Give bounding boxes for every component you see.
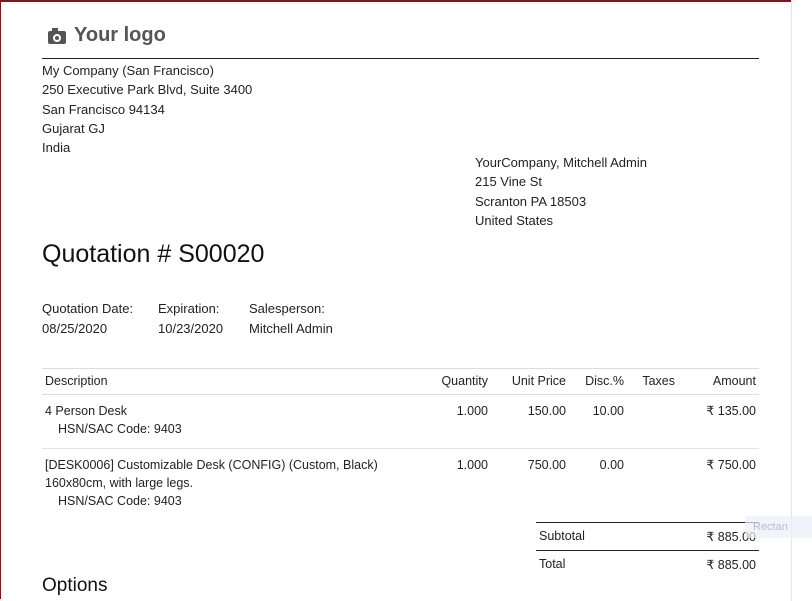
line-taxes — [627, 449, 678, 521]
salesperson-value: Mitchell Admin — [249, 320, 333, 336]
customer-street: 215 Vine St — [475, 174, 542, 190]
camera-icon — [48, 27, 66, 44]
quotation-date-label: Quotation Date: — [42, 301, 134, 316]
subtotal-row: Subtotal ₹ 885.00 — [536, 522, 759, 550]
logo-text: Your logo — [74, 24, 166, 46]
total-row: Total ₹ 885.00 — [536, 550, 759, 578]
company-city: San Francisco 94134 — [42, 101, 165, 117]
totals-block: Subtotal ₹ 885.00 Total ₹ 885.00 — [536, 522, 759, 578]
col-discount: Disc.% — [569, 368, 627, 395]
col-description: Description — [42, 368, 423, 395]
col-quantity: Quantity — [423, 368, 491, 395]
company-name: My Company (San Francisco) — [42, 63, 214, 78]
page-title: Quotation # S00020 — [42, 240, 265, 268]
rectangle-tooltip: Rectan — [745, 516, 812, 538]
table-row: 4 Person Desk HSN/SAC Code: 9403 1.000 1… — [42, 394, 759, 449]
company-country: India — [42, 140, 71, 156]
header-divider — [42, 58, 759, 59]
company-street: 250 Executive Park Blvd, Suite 3400 — [42, 82, 253, 98]
line-discount: 10.00 — [569, 394, 627, 449]
col-taxes: Taxes — [627, 368, 678, 395]
line-product: [DESK0006] Customizable Desk (CONFIG) (C… — [45, 458, 378, 472]
expiration-block: Expiration: 10/23/2020 — [158, 299, 223, 338]
order-lines-table: Description Quantity Unit Price Disc.% T… — [42, 368, 759, 520]
col-unit-price: Unit Price — [491, 368, 569, 395]
total-label: Total — [539, 557, 566, 571]
scroll-gutter — [791, 0, 812, 601]
quotation-date-block: Quotation Date: 08/25/2020 — [42, 299, 133, 338]
customer-country: United States — [475, 212, 554, 228]
expiration-label: Expiration: — [158, 301, 220, 316]
line-quantity: 1.000 — [423, 394, 491, 449]
table-header-row: Description Quantity Unit Price Disc.% T… — [42, 368, 759, 395]
customer-city: Scranton PA 18503 — [475, 193, 587, 209]
quotation-date-value: 08/25/2020 — [42, 320, 108, 336]
line-description: 4 Person Desk HSN/SAC Code: 9403 — [42, 394, 423, 449]
line-hsn: HSN/SAC Code: 9403 — [58, 494, 182, 508]
line-amount: ₹ 750.00 — [706, 458, 756, 472]
company-address: My Company (San Francisco) 250 Executive… — [42, 61, 252, 157]
customer-name: YourCompany, Mitchell Admin — [475, 155, 647, 170]
line-unit-price: 750.00 — [527, 458, 566, 472]
customer-address: YourCompany, Mitchell Admin 215 Vine St … — [475, 153, 647, 230]
col-amount: Amount — [678, 368, 759, 395]
table-row: [DESK0006] Customizable Desk (CONFIG) (C… — [42, 449, 759, 521]
line-discount: 0.00 — [599, 458, 624, 472]
line-variant-note: 160x80cm, with large legs. — [45, 476, 193, 490]
line-description: [DESK0006] Customizable Desk (CONFIG) (C… — [42, 449, 423, 521]
line-quantity: 1.000 — [456, 458, 488, 472]
salesperson-label: Salesperson: — [249, 301, 325, 316]
subtotal-label: Subtotal — [539, 529, 585, 543]
expiration-value: 10/23/2020 — [158, 320, 224, 336]
line-taxes — [627, 394, 678, 449]
company-state: Gujarat GJ — [42, 120, 105, 136]
salesperson-block: Salesperson: Mitchell Admin — [249, 299, 333, 338]
options-heading: Options — [42, 575, 108, 596]
total-value: ₹ 885.00 — [706, 558, 756, 572]
line-hsn: HSN/SAC Code: 9403 — [58, 422, 182, 436]
line-amount: ₹ 135.00 — [678, 394, 759, 449]
line-product: 4 Person Desk — [45, 404, 127, 418]
line-unit-price: 150.00 — [491, 394, 569, 449]
company-logo: Your logo — [48, 24, 166, 47]
